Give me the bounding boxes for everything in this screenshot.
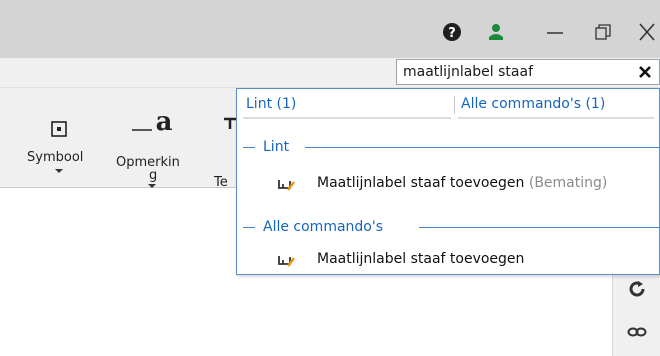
rebar-dimension-label-icon — [277, 175, 297, 193]
minimize-icon[interactable] — [544, 22, 566, 42]
symbol-icon — [51, 121, 67, 142]
close-icon[interactable] — [636, 22, 658, 42]
ribbon-button-opmerking[interactable]: a Opmerkin g — [110, 88, 180, 188]
tab-underline — [243, 117, 451, 119]
ribbon-label-opmerking-2: g — [149, 168, 158, 183]
ribbon-label-text: Te — [214, 175, 228, 190]
section-header-alle-commandos: Alle commando's — [237, 219, 660, 235]
ribbon-label-symbool: Symbool — [27, 150, 84, 165]
text-icon — [224, 116, 236, 134]
result-name: Maatlijnlabel staaf toevoegen (Bemating) — [317, 175, 608, 191]
title-bar: ? — [0, 0, 660, 58]
link-icon[interactable] — [627, 324, 647, 345]
search-input[interactable] — [403, 63, 623, 81]
section-title: Alle commando's — [263, 219, 384, 235]
section-header-lint: Lint — [237, 139, 660, 155]
rotate-icon[interactable] — [628, 280, 646, 303]
side-toolbar — [612, 270, 660, 356]
user-icon[interactable] — [484, 22, 508, 42]
list-item[interactable]: Maatlijnlabel staaf toevoegen (Bemating) — [237, 172, 660, 196]
ribbon-label-opmerking-1: Opmerkin — [116, 155, 180, 170]
svg-text:a: a — [156, 107, 173, 134]
tab-underline — [458, 117, 654, 119]
clear-search-icon[interactable] — [637, 64, 653, 80]
restore-icon[interactable] — [593, 22, 613, 42]
result-name: Maatlijnlabel staaf toevoegen — [317, 251, 525, 267]
text-a-icon: a — [130, 106, 174, 139]
ribbon-button-text[interactable]: Te — [214, 88, 236, 190]
search-bar-row — [0, 58, 660, 88]
result-context: (Bemating) — [528, 175, 608, 191]
section-title: Lint — [263, 139, 290, 155]
ribbon-button-symbool[interactable]: Symbool — [0, 88, 83, 188]
tab-alle-commandos[interactable]: Alle commando's (1) — [461, 96, 605, 112]
rebar-dimension-label-icon — [277, 251, 297, 269]
command-search-box[interactable] — [396, 59, 660, 85]
chevron-down-icon — [55, 169, 63, 173]
tab-lint[interactable]: Lint (1) — [246, 96, 296, 112]
search-results-popup: Lint (1) Alle commando's (1) Lint Maatli… — [236, 88, 660, 275]
help-icon[interactable]: ? — [442, 22, 462, 42]
svg-text:?: ? — [448, 26, 456, 41]
chevron-down-icon — [148, 184, 156, 188]
list-item[interactable]: Maatlijnlabel staaf toevoegen — [237, 248, 660, 272]
tab-separator — [454, 96, 455, 114]
